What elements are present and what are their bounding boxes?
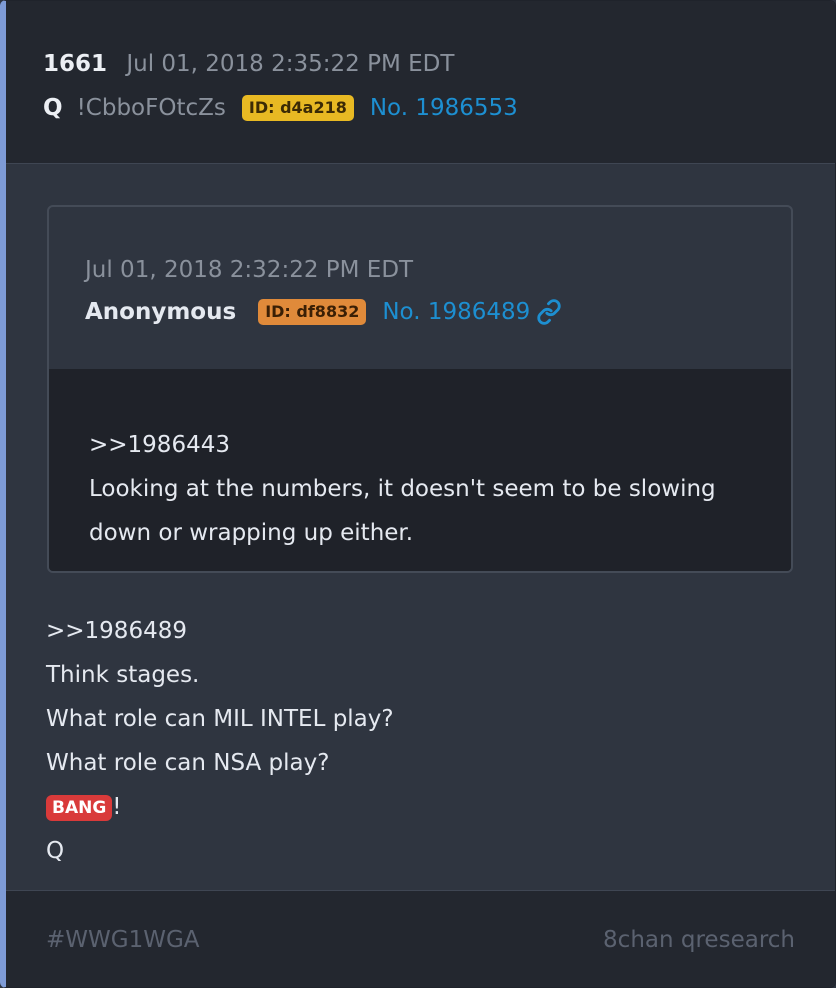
quoted-post-reply-ref[interactable]: >>1986443 [89, 423, 751, 467]
source-label: 8chan qresearch [603, 927, 795, 953]
post-reply-ref[interactable]: >>1986489 [46, 609, 394, 653]
quoted-post-header: Jul 01, 2018 2:32:22 PM EDT Anonymous ID… [49, 207, 791, 371]
bang-suffix: ! [112, 794, 122, 820]
post-author-row: Q !CbboFOtcZs ID: d4a218 No. 1986553 [43, 93, 518, 123]
post-tripcode: !CbboFOtcZs [76, 95, 226, 121]
bang-badge: BANG [46, 794, 113, 821]
post-number-link[interactable]: No. 1986553 [370, 93, 518, 123]
post-id-badge: ID: d4a218 [241, 95, 354, 121]
post-line: What role can MIL INTEL play? [46, 706, 394, 732]
post-date: Jul 01, 2018 2:35:22 PM EDT [126, 51, 455, 77]
quoted-post-line: Looking at the numbers, it doesn't seem … [89, 476, 716, 502]
post-author: Q [43, 95, 63, 121]
quoted-post-date: Jul 01, 2018 2:32:22 PM EDT [85, 257, 414, 283]
hashtag: #WWG1WGA [46, 927, 200, 953]
quoted-post-line: down or wrapping up either. [89, 520, 414, 546]
quoted-post-number-link[interactable]: No. 1986489 [382, 297, 530, 327]
post-signature: Q [46, 838, 65, 864]
link-icon[interactable] [536, 299, 562, 325]
post-bang-line: BANG! [46, 785, 394, 829]
post-line: Think stages. [46, 662, 200, 688]
post-number: 1661 [43, 51, 108, 77]
quoted-post: Jul 01, 2018 2:32:22 PM EDT Anonymous ID… [47, 205, 793, 573]
quoted-post-author: Anonymous [85, 299, 237, 325]
quoted-post-author-row: Anonymous ID: df8832 No. 1986489 [85, 297, 562, 327]
post-card: 1661 Jul 01, 2018 2:35:22 PM EDT Q !Cbbo… [0, 0, 836, 988]
post-meta-row: 1661 Jul 01, 2018 2:35:22 PM EDT [43, 49, 454, 79]
quoted-post-body: >>1986443 Looking at the numbers, it doe… [49, 369, 791, 571]
post-header: 1661 Jul 01, 2018 2:35:22 PM EDT Q !Cbbo… [6, 1, 835, 164]
post-line: What role can NSA play? [46, 750, 330, 776]
quoted-post-id-badge: ID: df8832 [258, 299, 367, 325]
post-footer: #WWG1WGA 8chan qresearch [6, 890, 835, 987]
post-body: >>1986489 Think stages. What role can MI… [46, 609, 394, 873]
